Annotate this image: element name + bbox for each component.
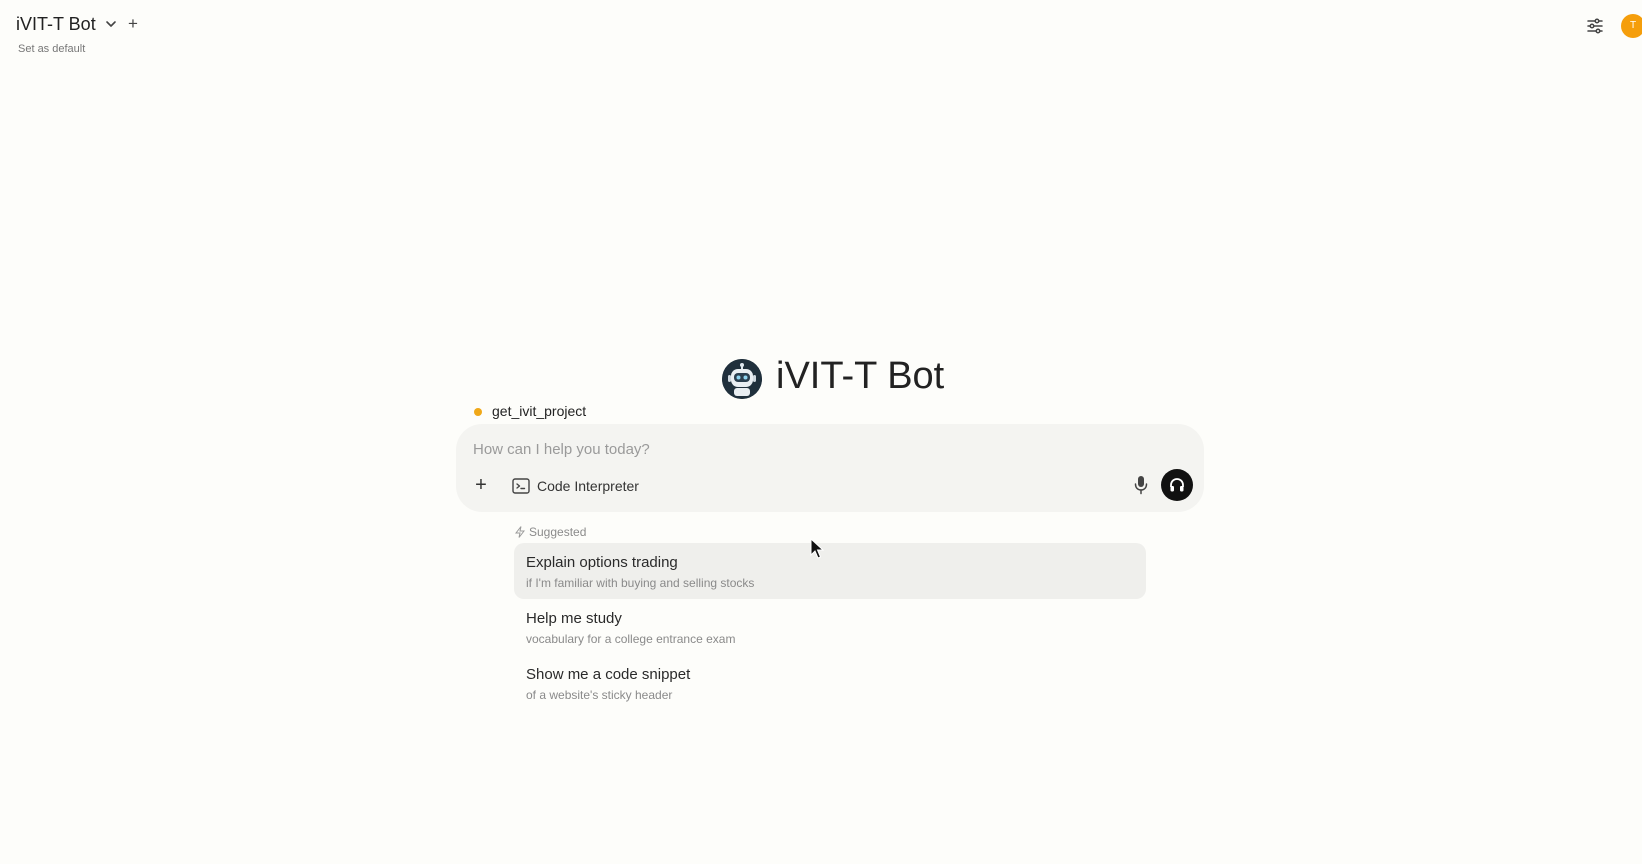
- suggestion-item[interactable]: Help me study vocabulary for a college e…: [514, 599, 1146, 655]
- set-default-link[interactable]: Set as default: [18, 43, 85, 55]
- suggestion-subtitle: vocabulary for a college entrance exam: [526, 632, 736, 646]
- code-interpreter-label: Code Interpreter: [537, 478, 639, 494]
- headphones-icon: [1170, 478, 1184, 492]
- attach-plus-button[interactable]: +: [470, 475, 492, 497]
- voice-mode-button[interactable]: [1161, 469, 1193, 501]
- suggestion-item[interactable]: Show me a code snippet of a website's st…: [514, 655, 1146, 711]
- tool-status-dot: [474, 408, 482, 416]
- tool-name[interactable]: get_ivit_project: [492, 403, 586, 419]
- microphone-icon[interactable]: [1132, 474, 1150, 496]
- user-avatar[interactable]: T: [1621, 14, 1642, 38]
- terminal-icon: [512, 478, 530, 494]
- suggestion-title: Help me study: [526, 610, 622, 627]
- suggestion-title: Show me a code snippet: [526, 666, 691, 683]
- message-composer: + Code Interpreter: [456, 424, 1204, 512]
- suggested-label: Suggested: [529, 525, 587, 539]
- top-bar: iVIT-T Bot + Set as default T: [0, 0, 1642, 60]
- message-input[interactable]: [473, 436, 1073, 462]
- suggestion-title: Explain options trading: [526, 554, 678, 571]
- lightning-icon: [515, 526, 525, 538]
- assistant-title: iVIT-T Bot: [776, 355, 945, 397]
- chevron-down-icon[interactable]: [104, 17, 118, 31]
- model-selector-label[interactable]: iVIT-T Bot: [16, 14, 96, 35]
- suggestion-item[interactable]: Explain options trading if I'm familiar …: [514, 543, 1146, 599]
- suggestion-subtitle: if I'm familiar with buying and selling …: [526, 576, 755, 590]
- add-model-button[interactable]: +: [128, 15, 138, 33]
- code-interpreter-button[interactable]: Code Interpreter: [512, 476, 639, 496]
- controls-icon[interactable]: [1585, 16, 1605, 36]
- mouse-cursor-icon: [810, 538, 824, 559]
- bot-avatar-icon: [722, 359, 762, 399]
- suggestion-subtitle: of a website's sticky header: [526, 688, 673, 702]
- suggested-heading: Suggested: [515, 525, 586, 539]
